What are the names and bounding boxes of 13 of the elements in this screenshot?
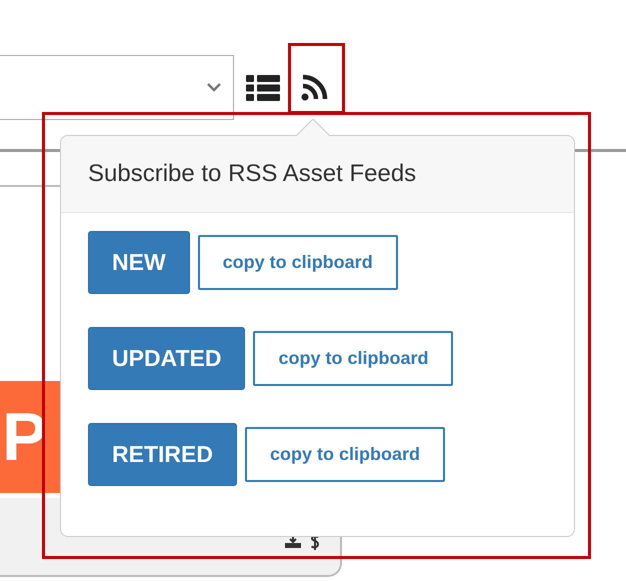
feed-button[interactable]: UPDATED (88, 327, 246, 390)
list-icon[interactable] (246, 74, 280, 100)
copy-button[interactable]: copy to clipboard (253, 331, 454, 386)
dropdown-select[interactable] (0, 55, 234, 120)
rss-icon[interactable] (301, 74, 328, 101)
tray-icon (285, 536, 301, 548)
popover-title: Subscribe to RSS Asset Feeds (88, 160, 416, 188)
copy-button[interactable]: copy to clipboard (198, 235, 398, 290)
banner-text: P (2, 403, 48, 471)
feed-button[interactable]: NEW (88, 231, 190, 294)
chevron-down-icon (207, 83, 221, 92)
copy-button[interactable]: copy to clipboard (244, 427, 445, 482)
feed-button[interactable]: RETIRED (88, 423, 237, 486)
